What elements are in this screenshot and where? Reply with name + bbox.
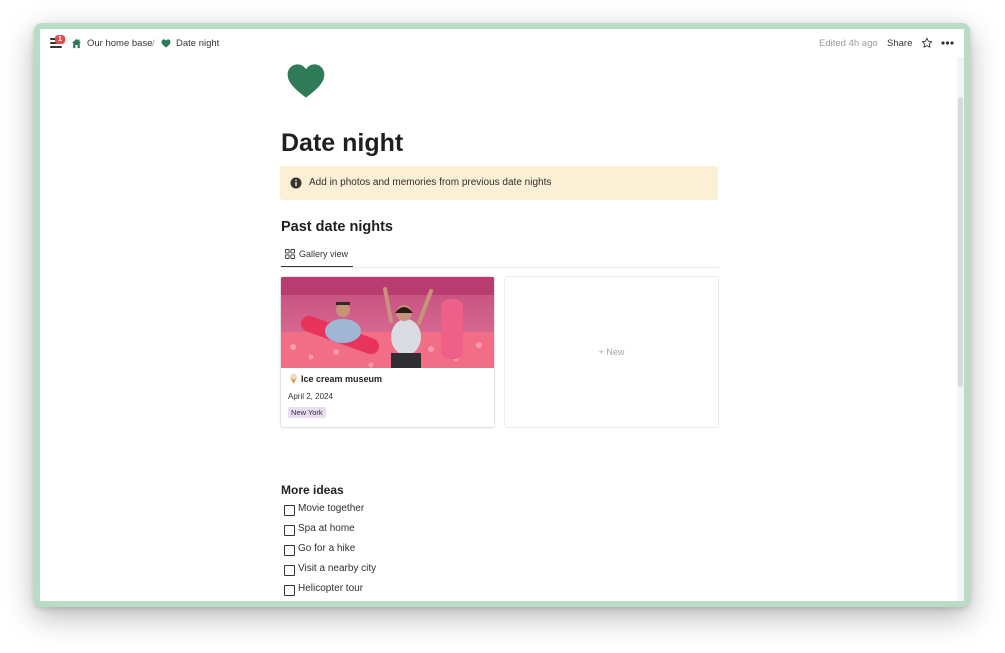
info-icon [290,177,302,189]
new-label: + New [598,347,625,357]
breadcrumb-separator: / [152,38,155,49]
card-date: April 2, 2024 [288,392,333,401]
todo-checkbox[interactable] [284,565,295,576]
gallery-icon [285,249,295,259]
star-icon[interactable] [921,37,933,49]
card-cover-photo [281,277,494,368]
database-title[interactable]: Past date nights [281,219,393,235]
ice-cream-icon [290,373,297,384]
todo-checkbox[interactable] [284,525,295,536]
breadcrumb-current[interactable]: Date night [176,38,219,49]
todo-label[interactable]: Go for a hike [298,543,355,554]
todo-checkbox[interactable] [284,585,295,596]
tab-divider [281,267,719,268]
scrollbar[interactable] [957,57,964,601]
todo-label[interactable]: Visit a nearby city [298,563,376,574]
callout-text: Add in photos and memories from previous… [309,177,552,188]
notification-badge: 1 [55,35,65,44]
page-title[interactable]: Date night [281,129,403,158]
edited-timestamp: Edited 4h ago [819,38,878,49]
callout[interactable]: Add in photos and memories from previous… [280,166,718,200]
new-card-button[interactable]: + New [504,276,719,428]
more-options-icon[interactable] [941,41,954,45]
tab-gallery-view[interactable]: Gallery view [281,247,353,268]
heart-icon [161,39,171,48]
card-tag[interactable]: New York [288,407,326,418]
scrollbar-thumb[interactable] [958,97,963,387]
card-title: Ice cream museum [301,374,383,384]
heart-icon[interactable] [286,61,326,101]
house-icon [71,38,82,49]
todo-checkbox[interactable] [284,545,295,556]
todo-label[interactable]: Movie together [298,503,364,514]
notion-window: 1 Our home base / Date night Edited 4h a… [40,29,964,601]
top-bar: 1 Our home base / Date night Edited 4h a… [40,29,964,57]
todo-checkbox[interactable] [284,505,295,516]
share-button[interactable]: Share [887,38,912,49]
gallery-card[interactable]: Ice cream museum April 2, 2024 New York [280,276,495,428]
todo-label[interactable]: Helicopter tour [298,583,363,594]
ideas-heading[interactable]: More ideas [281,483,344,497]
todo-label[interactable]: Spa at home [298,523,355,534]
breadcrumb-home[interactable]: Our home base [87,38,152,49]
tab-label: Gallery view [299,249,349,259]
menu-line [50,46,62,48]
